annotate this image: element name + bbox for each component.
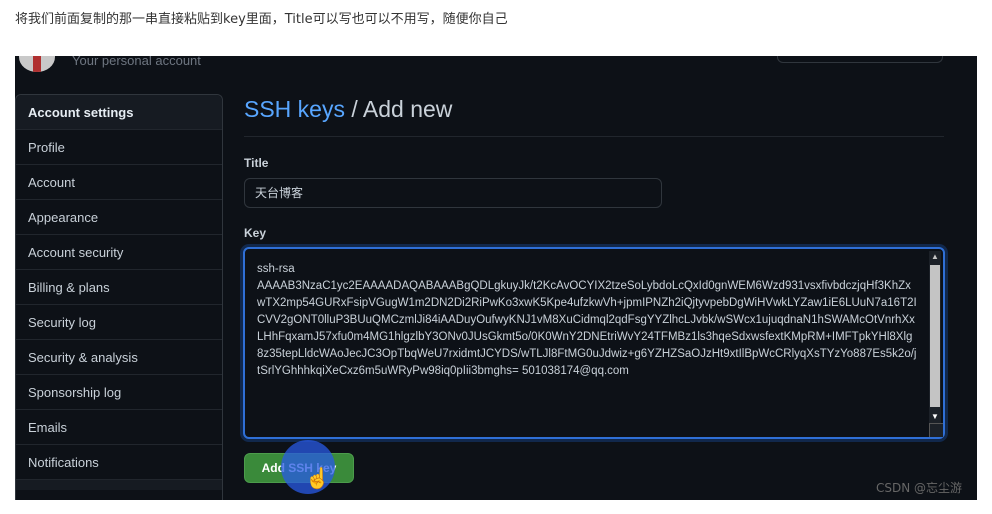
sidebar-item-sponsorship-log[interactable]: Sponsorship log: [16, 375, 222, 410]
github-settings-screenshot: Your personal account Account settings P…: [15, 56, 977, 500]
key-text: ssh-rsa AAAAB3NzaC1yc2EAAAADAQABAAABgQDL…: [257, 263, 917, 377]
title-separator: /: [344, 96, 363, 122]
title-add-new: Add new: [362, 96, 453, 122]
ssh-keys-link[interactable]: SSH keys: [244, 96, 345, 122]
sidebar-item-emails[interactable]: Emails: [16, 410, 222, 445]
scroll-down-icon[interactable]: ▼: [929, 411, 941, 423]
personal-account-label: Your personal account: [72, 56, 201, 68]
scroll-thumb[interactable]: [930, 265, 940, 407]
sidebar-item-profile[interactable]: Profile: [16, 130, 222, 165]
sidebar-item-account-security[interactable]: Account security: [16, 235, 222, 270]
csdn-watermark: CSDN @忘尘游: [876, 481, 963, 495]
context-switcher[interactable]: [777, 56, 943, 63]
sidebar-item-account[interactable]: Account: [16, 165, 222, 200]
sidebar-item-billing[interactable]: Billing & plans: [16, 270, 222, 305]
sidebar-item-appearance[interactable]: Appearance: [16, 200, 222, 235]
sidebar-item-selected[interactable]: [16, 480, 222, 490]
key-scrollbar[interactable]: ▲ ▼: [929, 251, 941, 423]
key-label: Key: [244, 226, 267, 240]
settings-sidebar: Account settings Profile Account Appeara…: [15, 94, 223, 500]
scroll-up-icon[interactable]: ▲: [929, 251, 941, 263]
sidebar-item-security-log[interactable]: Security log: [16, 305, 222, 340]
sidebar-heading: Account settings: [16, 95, 222, 130]
hand-cursor-icon: ☝: [305, 468, 330, 490]
page-title: SSH keys / Add new: [244, 96, 452, 123]
key-textarea[interactable]: ssh-rsa AAAAB3NzaC1yc2EAAAADAQABAAABgQDL…: [243, 247, 945, 439]
title-input[interactable]: 天台博客: [244, 178, 662, 208]
sidebar-item-security-analysis[interactable]: Security & analysis: [16, 340, 222, 375]
article-caption: 将我们前面复制的那一串直接粘贴到key里面，Title可以写也可以不用写，随便你…: [15, 12, 508, 27]
title-label: Title: [244, 156, 269, 170]
resize-handle-icon[interactable]: [929, 423, 943, 437]
title-divider: [244, 136, 944, 137]
avatar[interactable]: [19, 56, 55, 72]
sidebar-item-notifications[interactable]: Notifications: [16, 445, 222, 480]
